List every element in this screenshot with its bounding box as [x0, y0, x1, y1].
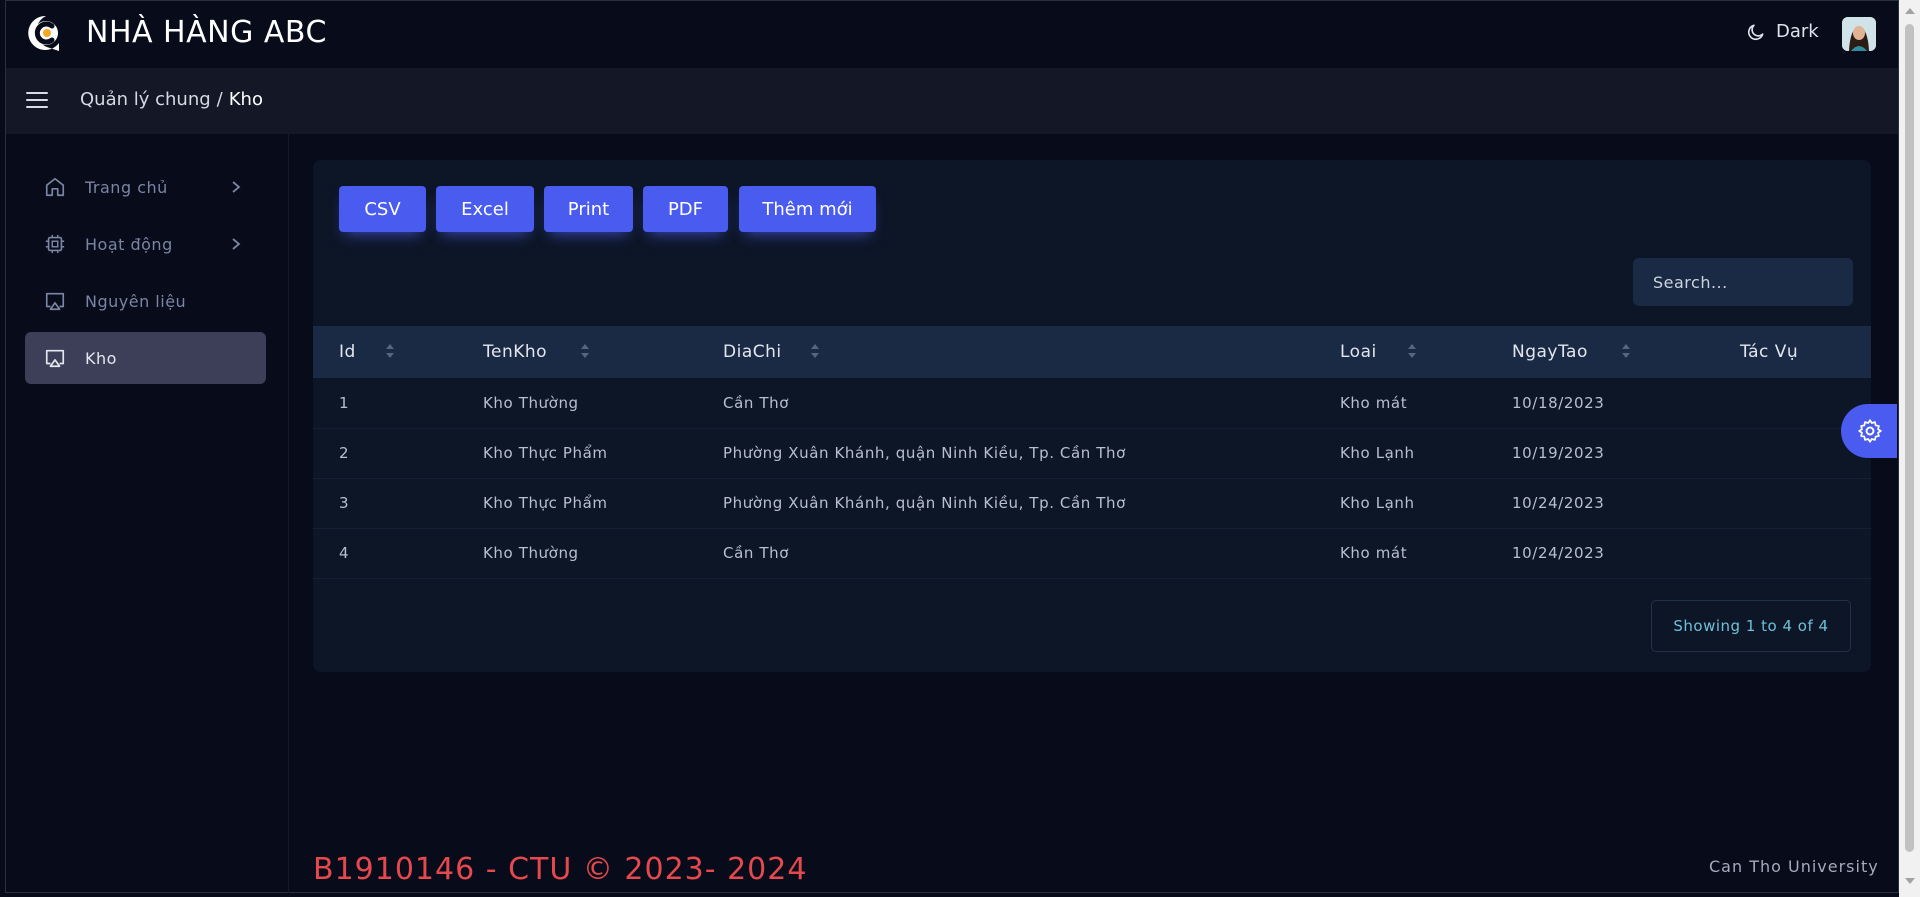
- breadcrumb-parent[interactable]: Quản lý chung: [80, 89, 211, 110]
- theme-toggle[interactable]: Dark: [1746, 21, 1819, 42]
- breadcrumb-current: Kho: [228, 89, 263, 110]
- sidebar-item-label: Nguyên liệu: [85, 291, 187, 311]
- csv-button[interactable]: CSV: [339, 186, 426, 232]
- cell-ngaytao: 10/19/2023: [1512, 444, 1605, 462]
- cell-diachi: Phường Xuân Khánh, quận Ninh Kiều, Tp. C…: [723, 444, 1126, 462]
- scroll-thumb[interactable]: [1905, 24, 1914, 852]
- excel-button[interactable]: Excel: [436, 186, 534, 232]
- cell-tenkho: Kho Thực Phẩm: [483, 444, 608, 462]
- cell-loai: Kho Lạnh: [1340, 444, 1415, 462]
- cell-diachi: Phường Xuân Khánh, quận Ninh Kiều, Tp. C…: [723, 494, 1126, 512]
- scroll-up-arrow-icon[interactable]: [1905, 8, 1915, 14]
- cell-id: 4: [339, 544, 350, 562]
- scrollbar[interactable]: [1899, 0, 1920, 897]
- cell-loai: Kho mát: [1340, 544, 1408, 562]
- cell-tenkho: Kho Thường: [483, 394, 579, 412]
- moon-icon: [1747, 24, 1764, 40]
- table-row[interactable]: 3 Kho Thực Phẩm Phường Xuân Khánh, quận …: [313, 478, 1871, 529]
- pdf-button[interactable]: PDF: [643, 186, 728, 232]
- sidebar-item-kho[interactable]: Kho: [25, 332, 266, 384]
- settings-button[interactable]: [1841, 404, 1897, 458]
- menu-icon[interactable]: [26, 92, 48, 110]
- chevron-right-icon: [232, 181, 241, 193]
- column-header-tac-vu: Tác Vụ: [1740, 342, 1799, 362]
- sidebar-item-label: Kho: [85, 348, 117, 368]
- breadcrumb-separator: /: [216, 89, 223, 110]
- theme-label: Dark: [1776, 21, 1819, 42]
- cell-tenkho: Kho Thực Phẩm: [483, 494, 608, 512]
- sort-icon[interactable]: [810, 341, 820, 361]
- cell-ngaytao: 10/24/2023: [1512, 494, 1605, 512]
- scroll-down-arrow-icon[interactable]: [1905, 878, 1915, 884]
- print-button[interactable]: Print: [544, 186, 633, 232]
- cell-id: 3: [339, 494, 350, 512]
- cell-diachi: Cần Thơ: [723, 544, 789, 562]
- sort-icon[interactable]: [1621, 341, 1631, 361]
- cell-loai: Kho Lạnh: [1340, 494, 1415, 512]
- table-row[interactable]: 1 Kho Thường Cần Thơ Kho mát 10/18/2023: [313, 378, 1871, 429]
- add-new-button[interactable]: Thêm mới: [739, 186, 876, 232]
- table-info: Showing 1 to 4 of 4: [1651, 600, 1851, 652]
- column-header-diachi[interactable]: DiaChi: [723, 342, 782, 362]
- cpu-icon: [43, 232, 67, 256]
- cell-id: 2: [339, 444, 350, 462]
- sidebar: Trang chủ Hoạt động Nguyên liệu Kho: [6, 134, 289, 893]
- breadcrumb-bar: Quản lý chung / Kho: [6, 68, 1898, 134]
- cell-tenkho: Kho Thường: [483, 544, 579, 562]
- table-row[interactable]: 4 Kho Thường Cần Thơ Kho mát 10/24/2023: [313, 528, 1871, 579]
- data-table-card: CSV Excel Print PDF Thêm mới Id TenKho D…: [313, 160, 1871, 672]
- cell-diachi: Cần Thơ: [723, 394, 789, 412]
- table-row[interactable]: 2 Kho Thực Phẩm Phường Xuân Khánh, quận …: [313, 428, 1871, 479]
- sort-icon[interactable]: [580, 341, 590, 361]
- monitor-icon: [43, 346, 67, 370]
- cell-ngaytao: 10/24/2023: [1512, 544, 1605, 562]
- chevron-right-icon: [232, 238, 241, 250]
- avatar[interactable]: [1842, 17, 1876, 51]
- column-header-ngaytao[interactable]: NgayTao: [1512, 342, 1588, 362]
- column-header-tenkho[interactable]: TenKho: [483, 342, 547, 362]
- monitor-icon: [43, 289, 67, 313]
- gear-icon: [1858, 419, 1882, 443]
- breadcrumb: Quản lý chung / Kho: [80, 89, 263, 110]
- footer-university: Can Tho University: [1709, 857, 1879, 876]
- brand-title[interactable]: NHÀ HÀNG ABC: [86, 15, 327, 50]
- sidebar-item-label: Hoạt động: [85, 234, 173, 254]
- column-header-loai[interactable]: Loai: [1340, 342, 1377, 362]
- sidebar-item-label: Trang chủ: [85, 177, 168, 197]
- cell-id: 1: [339, 394, 350, 412]
- sort-icon[interactable]: [385, 341, 395, 361]
- top-header: NHÀ HÀNG ABC Dark: [6, 1, 1898, 68]
- search-input[interactable]: [1633, 258, 1853, 306]
- column-header-id[interactable]: Id: [339, 342, 356, 362]
- table-header: Id TenKho DiaChi Loai NgayTao Tác Vụ: [313, 326, 1871, 378]
- sidebar-item-hoat-dong[interactable]: Hoạt động: [25, 218, 266, 270]
- sidebar-item-trang-chu[interactable]: Trang chủ: [25, 161, 266, 213]
- cell-loai: Kho mát: [1340, 394, 1408, 412]
- c-logo-icon[interactable]: [26, 13, 66, 55]
- cell-ngaytao: 10/18/2023: [1512, 394, 1605, 412]
- sort-icon[interactable]: [1407, 341, 1417, 361]
- footer-copyright: B1910146 - CTU © 2023- 2024: [313, 852, 808, 887]
- sidebar-item-nguyen-lieu[interactable]: Nguyên liệu: [25, 275, 266, 327]
- home-icon: [43, 175, 67, 199]
